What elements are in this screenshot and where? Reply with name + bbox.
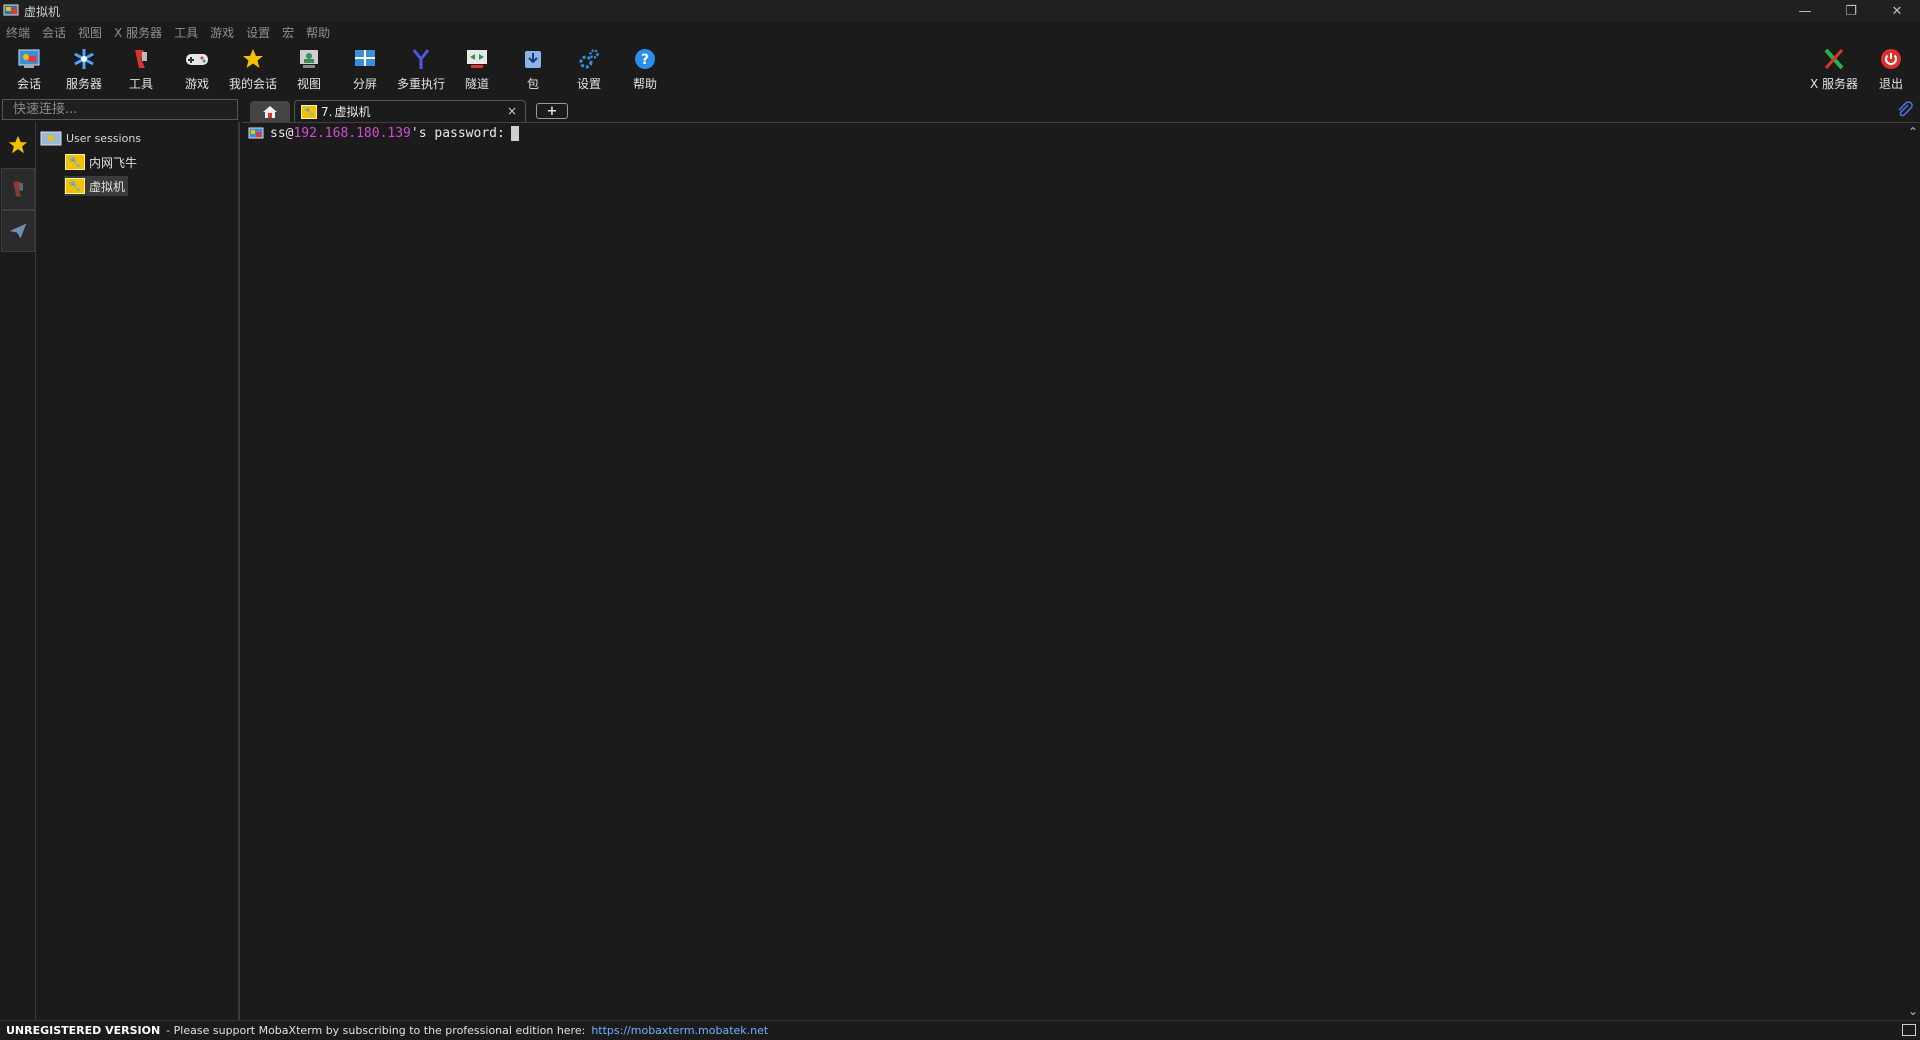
- tab-session-active[interactable]: 🔧 7. 虚拟机 ×: [294, 100, 526, 122]
- help-button[interactable]: ? 帮助: [617, 45, 673, 95]
- power-icon: [1876, 45, 1906, 73]
- menu-settings[interactable]: 设置: [246, 24, 270, 41]
- mobaxterm-link[interactable]: https://mobaxterm.mobatek.net: [591, 1024, 768, 1037]
- terminal-prompt-line: ss@ 192.168.180.139's password:: [248, 126, 519, 141]
- tools-button[interactable]: 工具: [113, 45, 169, 95]
- view-button[interactable]: 视图: [281, 45, 337, 95]
- minimize-button[interactable]: —: [1782, 0, 1828, 22]
- window-title: 虚拟机: [24, 4, 61, 19]
- session-item[interactable]: 🔧 内网飞牛: [64, 152, 140, 172]
- sidebar-tab-strip: [0, 122, 36, 1020]
- close-tab-icon[interactable]: ×: [507, 104, 517, 118]
- settings-button[interactable]: 设置: [561, 45, 617, 95]
- view-icon: [294, 45, 324, 73]
- close-button[interactable]: ✕: [1874, 0, 1920, 22]
- session-icon: [248, 127, 264, 138]
- scroll-up-icon[interactable]: ⌃: [1908, 125, 1918, 139]
- new-tab-button[interactable]: +: [536, 103, 568, 119]
- monitor-icon[interactable]: [1902, 1024, 1916, 1036]
- paperclip-icon[interactable]: [1896, 101, 1914, 122]
- quick-connect-input[interactable]: [2, 99, 238, 120]
- status-bar: UNREGISTERED VERSION - Please support Mo…: [0, 1020, 1920, 1040]
- terminal-user: ss@: [270, 126, 294, 141]
- home-icon: [263, 105, 277, 118]
- multiexec-icon: [406, 45, 436, 73]
- my-sessions-button[interactable]: 我的会话: [225, 45, 281, 95]
- gamepad-icon: [182, 45, 212, 73]
- help-icon: ?: [630, 45, 660, 73]
- packages-icon: [518, 45, 548, 73]
- split-button[interactable]: 分屏: [337, 45, 393, 95]
- menu-tools[interactable]: 工具: [174, 24, 198, 41]
- wrench-icon: 🔧: [65, 178, 85, 194]
- terminal-password-prompt: 's password:: [410, 126, 505, 141]
- servers-button[interactable]: 服务器: [56, 45, 112, 95]
- app-icon: [3, 4, 19, 16]
- sidebar-tab-sftp[interactable]: [1, 210, 35, 252]
- split-icon: [350, 45, 380, 73]
- send-icon: [9, 223, 27, 239]
- tools-icon: [126, 45, 156, 73]
- title-bar: 虚拟机 — ❐ ✕: [0, 0, 1920, 22]
- tools-icon: [13, 181, 23, 197]
- xserver-icon: [1819, 45, 1849, 73]
- folder-icon: [40, 131, 62, 146]
- exit-button[interactable]: 退出: [1863, 45, 1919, 95]
- menu-terminal[interactable]: 终端: [6, 24, 30, 41]
- star-icon: [238, 45, 268, 73]
- tunnel-icon: [462, 45, 492, 73]
- terminal-host: 192.168.180.139: [293, 126, 411, 141]
- restore-button[interactable]: ❐: [1828, 0, 1874, 22]
- user-sessions-folder[interactable]: User sessions: [40, 130, 141, 146]
- tab-bar: 🔧 7. 虚拟机 × +: [242, 99, 1920, 122]
- home-tab[interactable]: [250, 101, 290, 122]
- svg-text:?: ?: [641, 52, 649, 68]
- session-button[interactable]: 会话: [1, 45, 57, 95]
- multiexec-button[interactable]: 多重执行: [393, 45, 449, 95]
- menu-sessions[interactable]: 会话: [42, 24, 66, 41]
- session-tree: User sessions 🔧 内网飞牛 🔧 虚拟机: [36, 122, 240, 1020]
- tab-label: 虚拟机: [334, 105, 371, 119]
- terminal-area[interactable]: ss@ 192.168.180.139's password: ⌃ ⌄: [242, 122, 1920, 1020]
- games-button[interactable]: 游戏: [169, 45, 225, 95]
- menu-xserver[interactable]: X 服务器: [114, 24, 162, 41]
- menu-view[interactable]: 视图: [78, 24, 102, 41]
- menu-games[interactable]: 游戏: [210, 24, 234, 41]
- session-icon: [14, 45, 44, 73]
- toolbar: 会话 服务器 工具 游戏 我的会话 视图 分屏 多重执行 隧道 包 设置 ? 帮…: [0, 42, 1920, 98]
- packages-button[interactable]: 包: [505, 45, 561, 95]
- sidebar-tab-sessions[interactable]: [1, 124, 35, 166]
- window-controls: — ❐ ✕: [1782, 0, 1920, 22]
- support-message: - Please support MobaXterm by subscribin…: [166, 1024, 586, 1037]
- gear-icon: [574, 45, 604, 73]
- xserver-button[interactable]: X 服务器: [1806, 45, 1862, 95]
- session-item-selected[interactable]: 🔧 虚拟机: [64, 176, 129, 196]
- sidebar-tab-tools[interactable]: [1, 168, 35, 210]
- menu-bar: 终端 会话 视图 X 服务器 工具 游戏 设置 宏 帮助: [0, 22, 1920, 42]
- wrench-icon: 🔧: [301, 104, 317, 119]
- scroll-down-icon[interactable]: ⌄: [1908, 1004, 1918, 1018]
- tab-number: 7.: [321, 104, 333, 119]
- servers-icon: [69, 45, 99, 73]
- wrench-icon: 🔧: [65, 154, 85, 170]
- tunnel-button[interactable]: 隧道: [449, 45, 505, 95]
- star-icon: [8, 135, 28, 154]
- terminal-cursor: [510, 126, 519, 141]
- unregistered-label: UNREGISTERED VERSION: [6, 1024, 161, 1037]
- menu-macros[interactable]: 宏: [282, 24, 294, 41]
- menu-help[interactable]: 帮助: [306, 24, 330, 41]
